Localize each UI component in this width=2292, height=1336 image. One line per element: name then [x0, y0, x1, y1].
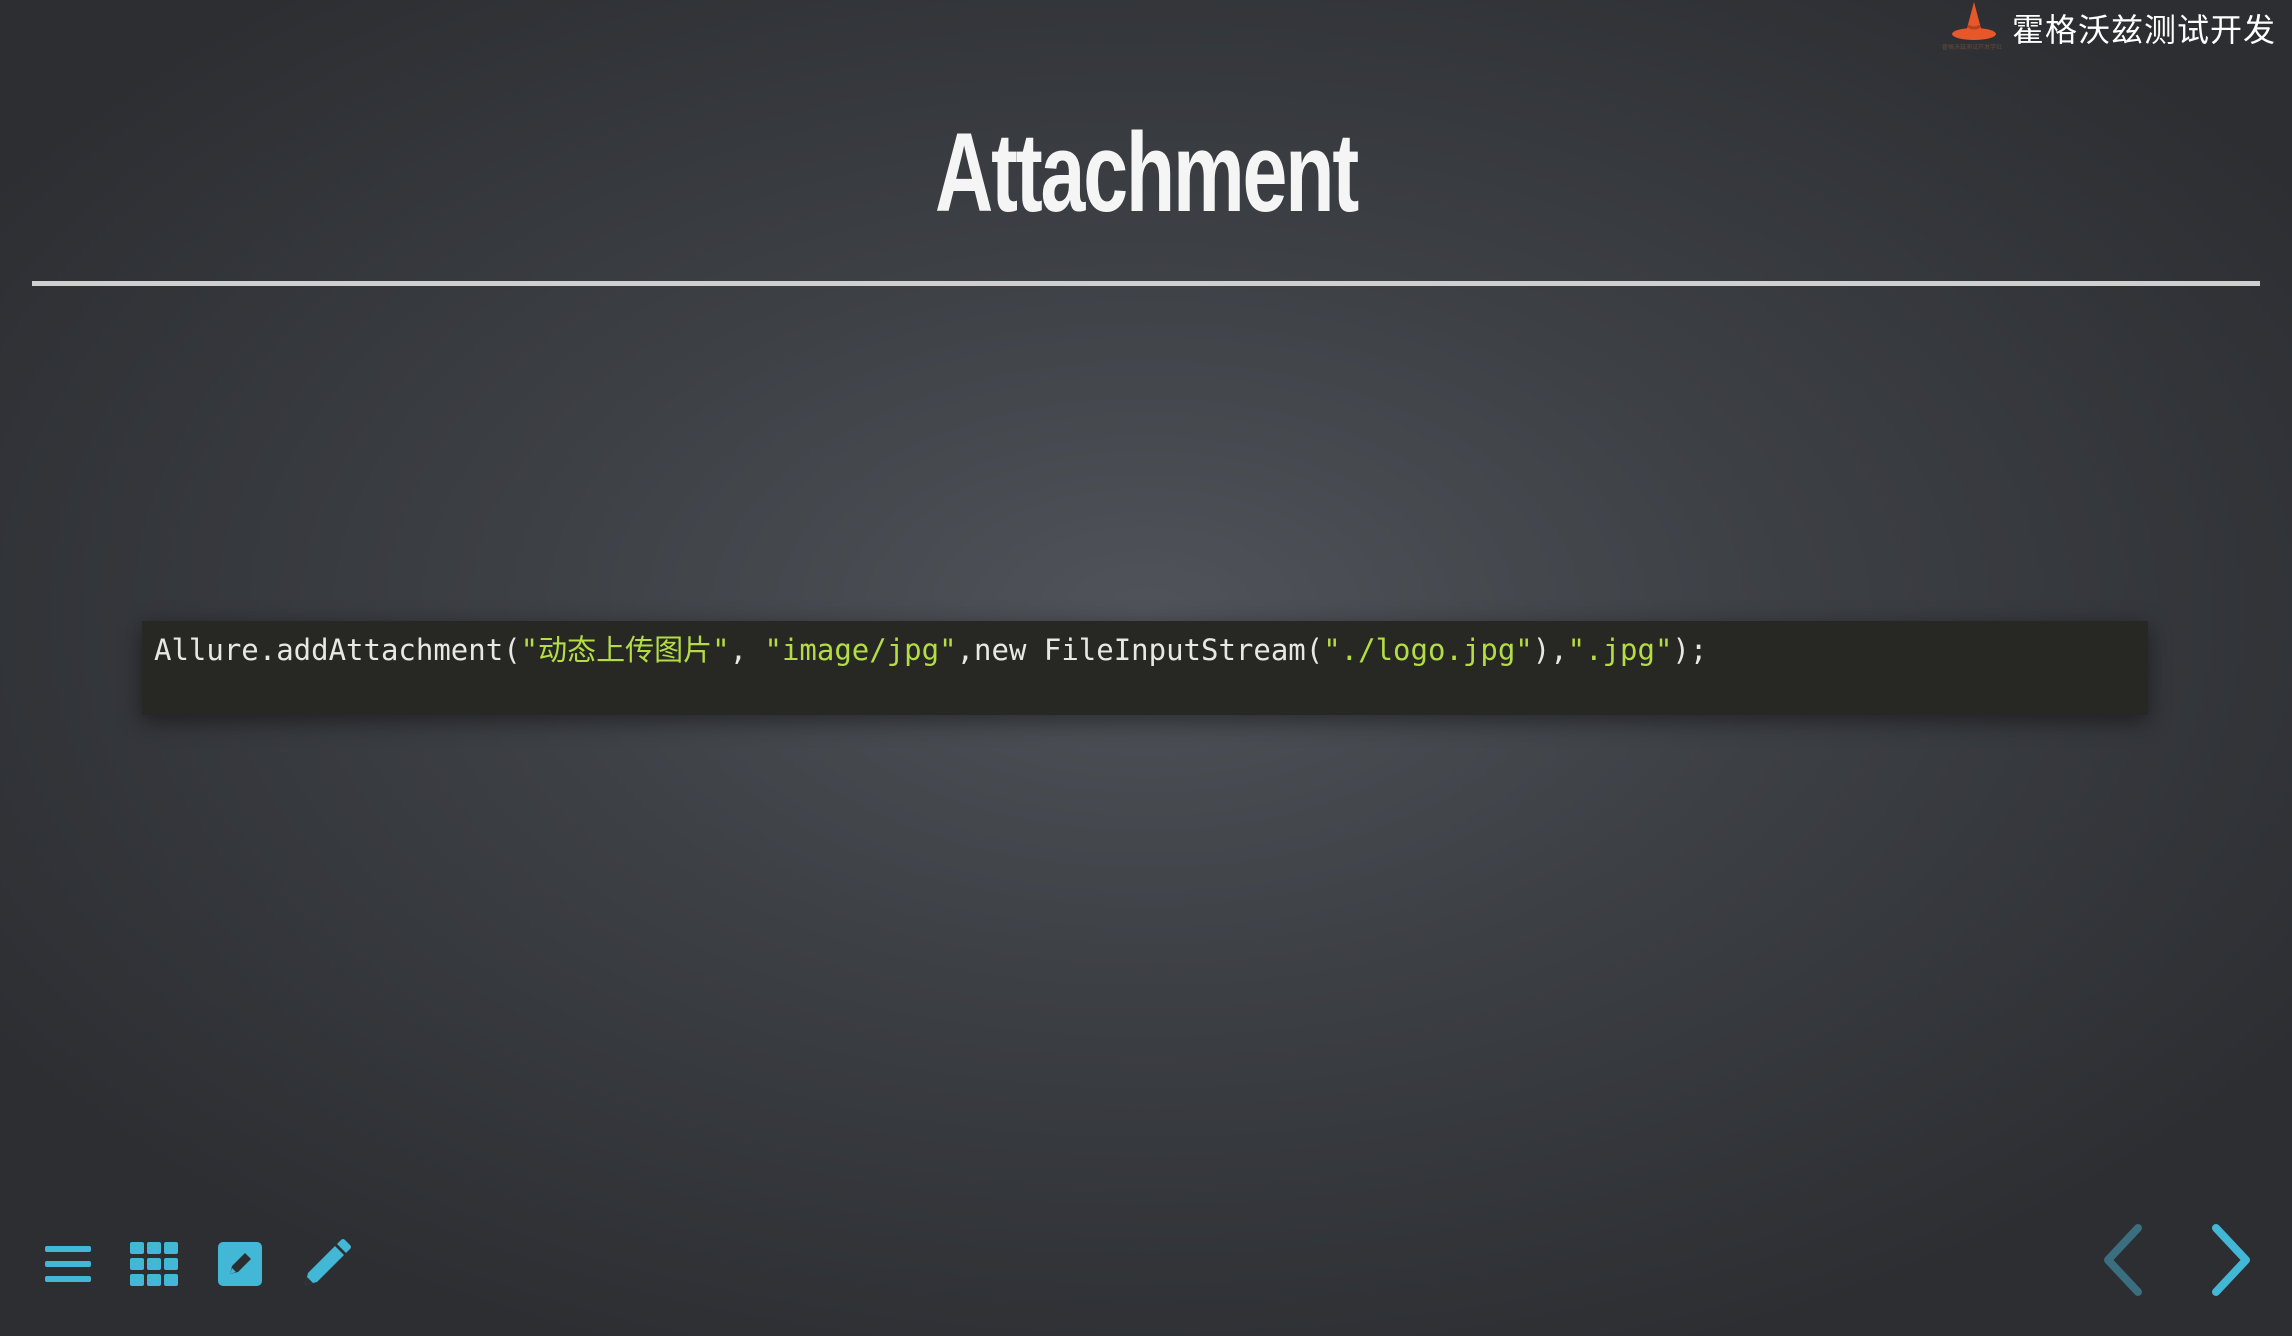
chevron-right-icon	[2212, 1224, 2250, 1296]
edit-square-icon	[218, 1242, 262, 1286]
title-divider	[32, 281, 2260, 286]
grid-icon	[130, 1242, 178, 1286]
slide-title: Attachment	[935, 110, 1359, 235]
slide-controls	[40, 1236, 384, 1292]
menu-icon	[45, 1246, 91, 1282]
brand-logo: 霍格沃兹测试开发学社 霍格沃兹测试开发	[1942, 0, 2276, 56]
code-token: Allure.addAttachment(	[154, 633, 521, 667]
code-token: ,	[729, 633, 765, 667]
code-string-token: "image/jpg"	[764, 633, 957, 667]
chevron-left-icon	[2104, 1224, 2142, 1296]
next-slide-button[interactable]	[2202, 1220, 2262, 1300]
brand-name: 霍格沃兹测试开发	[2011, 11, 2276, 49]
notes-button[interactable]	[212, 1236, 268, 1292]
code-token: ,new FileInputStream(	[956, 633, 1324, 667]
slide-navigation	[2042, 1220, 2262, 1300]
code-token: ),	[1532, 633, 1568, 667]
code-token: );	[1672, 633, 1708, 667]
brand-tagline: 霍格沃兹测试开发学社	[1941, 44, 2002, 51]
code-string-token: ".jpg"	[1567, 633, 1673, 667]
code-block: Allure.addAttachment("动态上传图片", "image/jp…	[142, 621, 2148, 715]
overview-button[interactable]	[126, 1236, 182, 1292]
draw-button[interactable]	[298, 1236, 354, 1292]
pencil-icon	[305, 1239, 351, 1285]
code-string-token: "动态上传图片"	[520, 633, 730, 667]
wizard-hat-icon: 霍格沃兹测试开发学社	[1942, 0, 2006, 56]
code-string-token: "./logo.jpg"	[1323, 633, 1533, 667]
menu-button[interactable]	[40, 1236, 96, 1292]
prev-slide-button[interactable]	[2092, 1220, 2152, 1300]
